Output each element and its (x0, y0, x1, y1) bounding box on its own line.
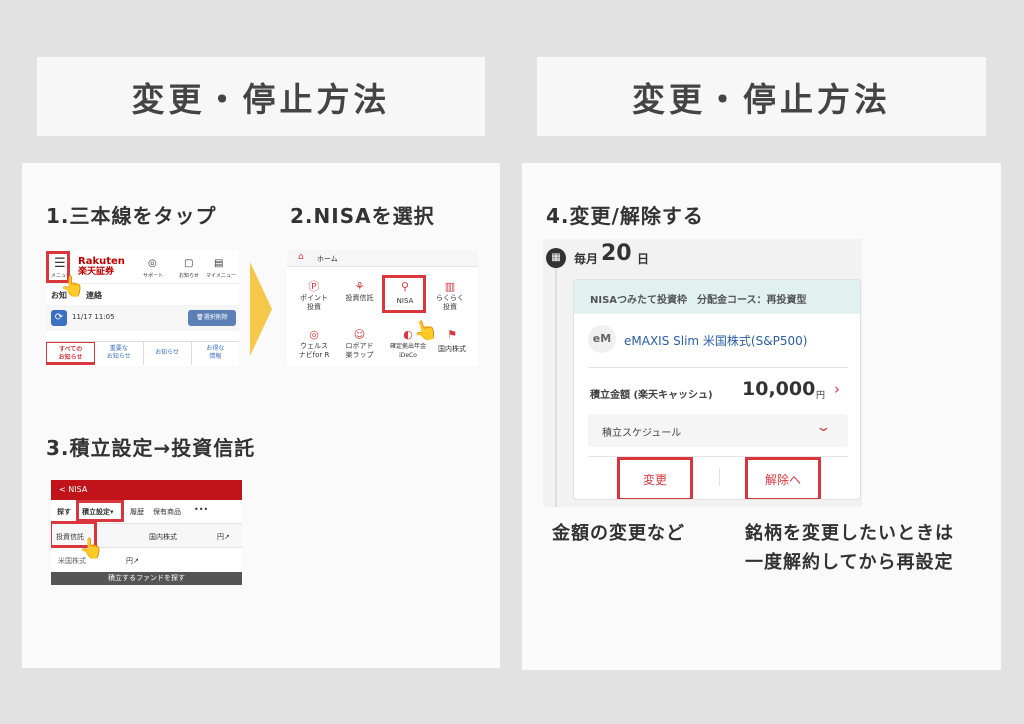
notice-heading-tail: 連絡 (86, 291, 102, 300)
menu-robo-label: ロボアド 楽ラップ (345, 342, 374, 359)
support-label: サポート (143, 273, 164, 279)
left-banner-text: 変更・停止方法 (131, 79, 391, 119)
delete-button[interactable]: 🗑選択削除 (188, 310, 236, 326)
nav-search[interactable]: 探す (57, 507, 71, 517)
refresh-icon[interactable]: ⟳ (51, 310, 67, 326)
flag-icon: ⚑ (447, 328, 457, 341)
nisa-header[interactable]: < NISA (51, 480, 242, 500)
robo-icon: ☺ (353, 328, 366, 341)
tab-deals[interactable]: お得な 情報 (192, 342, 239, 365)
point-icon: Ⓟ (308, 280, 320, 293)
option-domestic-yen[interactable]: 円↗ (217, 532, 230, 542)
fund-name[interactable]: eMAXIS Slim 米国株式(S&P500) (624, 332, 807, 349)
tab-notice[interactable]: お知らせ (144, 342, 192, 365)
card-header: NISAつみたて投資枠 分配金コース：再投資型 (574, 280, 860, 314)
chevron-right-icon[interactable]: › (834, 380, 840, 398)
schedule-suffix: 日 (637, 252, 650, 266)
schedule-label: 積立スケジュール (602, 428, 682, 439)
cancel-button[interactable]: 解除へ (745, 457, 821, 499)
menu-point-invest[interactable]: Ⓟ ポイント 投資 (294, 280, 334, 312)
amount-value: 10,000 (742, 378, 816, 400)
option-domestic-stock[interactable]: 国内株式 (149, 532, 177, 542)
schedule-prefix: 毎月 (574, 252, 599, 266)
step1-title: 1.三本線をタップ (46, 204, 217, 228)
menu-robo[interactable]: ☺ ロボアド 楽ラップ (337, 328, 382, 360)
left-banner: 変更・停止方法 (37, 57, 485, 136)
home-bar: ⌂ ホーム (287, 250, 478, 267)
change-button[interactable]: 変更 (617, 457, 693, 499)
step4-screenshot: ▦ 毎月 20 日 NISAつみたて投資枠 分配金コース：再投資型 eM eMA… (543, 239, 862, 507)
nisa-highlight (382, 275, 426, 313)
fund-card: NISAつみたて投資枠 分配金コース：再投資型 eM eMAXIS Slim 米… (573, 279, 861, 500)
tab-all[interactable]: すべての お知らせ (46, 342, 96, 365)
menu-fund[interactable]: ⚘ 投資信託 (337, 280, 382, 303)
menu-wealthnavi-label: ウェルス ナビfor R (298, 342, 330, 359)
fund-badge: eM (588, 325, 616, 353)
notice-label: お知らせ (179, 273, 199, 279)
caption-right-line1: 銘柄を変更したいときは (745, 523, 954, 544)
tab-important[interactable]: 重要な お知らせ (95, 342, 144, 365)
left-panel (22, 163, 500, 668)
option-us-stock[interactable]: 米国株式 (58, 556, 86, 566)
menu-domestic-stock[interactable]: ⚑ 国内株式 (432, 328, 472, 354)
piggy-icon: ◐ (403, 328, 413, 341)
step1-screenshot: ☰ メニュー Rakuten 楽天証券 ◎ サポート ▢ お知らせ ▤ マイメニ… (46, 250, 239, 366)
menu-ideco-label: 確定拠出年金 iDeCo (389, 343, 426, 359)
timeline-line (555, 263, 557, 507)
step2-title: 2.NISAを選択 (290, 204, 435, 228)
button-divider (719, 468, 720, 486)
divider (588, 367, 848, 368)
find-fund-bar[interactable]: 積立するファンドを探す (51, 572, 242, 585)
cancel-button-label: 解除へ (764, 472, 801, 487)
notice-tabs: すべての お知らせ 重要な お知らせ お知らせ お得な 情報 (46, 341, 239, 365)
nav-history[interactable]: 履歴 (130, 507, 144, 517)
step3-title: 3.積立設定→投資信託 (46, 436, 256, 460)
step4-title: 4.変更/解除する (546, 204, 704, 228)
option-us-yen[interactable]: 円↗ (126, 556, 139, 566)
right-banner-text: 変更・停止方法 (632, 79, 891, 119)
menu-wealthnavi[interactable]: ◎ ウェルス ナビfor R (294, 328, 334, 360)
menu-easy-invest[interactable]: ▥ らくらく 投資 (430, 280, 470, 312)
home-icon[interactable]: ⌂ (298, 252, 304, 262)
menu-point-invest-label: ポイント 投資 (300, 294, 328, 311)
menu-easy-invest-label: らくらく 投資 (436, 294, 464, 311)
menu-domestic-stock-label: 国内株式 (438, 345, 466, 353)
change-button-label: 変更 (642, 472, 667, 487)
tsumitate-highlight (76, 500, 124, 522)
schedule-accordion[interactable]: 積立スケジュール ⌄ (588, 414, 848, 447)
nav-holdings[interactable]: 保有商品 (153, 507, 181, 517)
menu-fund-label: 投資信託 (345, 294, 374, 302)
trash-icon: 🗑 (196, 314, 204, 321)
caption-right-line2: 一度解約してから再設定 (745, 552, 954, 573)
chart-icon: ▥ (444, 280, 456, 293)
calendar-icon: ▦ (546, 248, 566, 268)
fund-icon: ⚘ (354, 280, 365, 293)
pointing-hand-icon: 👆 (79, 536, 104, 560)
home-label: ホーム (317, 255, 338, 263)
amount-label: 積立金額 (楽天キャッシュ) (590, 390, 713, 401)
mymenu-label: マイメニュー (206, 273, 237, 279)
amount-unit: 円 (816, 391, 826, 401)
schedule-day: 20 (601, 241, 632, 266)
support-icon[interactable]: ◎ (148, 258, 157, 269)
step2-screenshot: ⌂ ホーム Ⓟ ポイント 投資 ⚘ 投資信託 ⚲ NISA 👆 ▥ らくらく 投資 ◎ ウ… (287, 250, 478, 366)
wealth-icon: ◎ (309, 328, 319, 341)
right-banner: 変更・停止方法 (537, 57, 986, 136)
notice-datetime: 11/17 11:05 (72, 313, 115, 321)
caption-left: 金額の変更など (552, 523, 685, 544)
brand-top: Rakuten (78, 256, 125, 267)
delete-button-label: 選択削除 (203, 314, 228, 321)
step3-screenshot: < NISA 探す 積立設定▾ 履歴 保有商品 ••• 投資信託 国内株式 円↗… (51, 480, 242, 585)
notice-heading: お知 (51, 291, 67, 300)
menu-ideco[interactable]: ◐ 確定拠出年金 iDeCo (383, 328, 433, 360)
mymenu-icon[interactable]: ▤ (214, 258, 223, 269)
notice-toolbar: ⟳ 11/17 11:05 🗑選択削除 (46, 305, 239, 331)
notice-icon[interactable]: ▢ (184, 258, 193, 269)
chevron-down-icon[interactable]: ⌄ (815, 420, 831, 435)
more-icon[interactable]: ••• (194, 505, 208, 514)
next-arrow-icon (250, 262, 272, 356)
